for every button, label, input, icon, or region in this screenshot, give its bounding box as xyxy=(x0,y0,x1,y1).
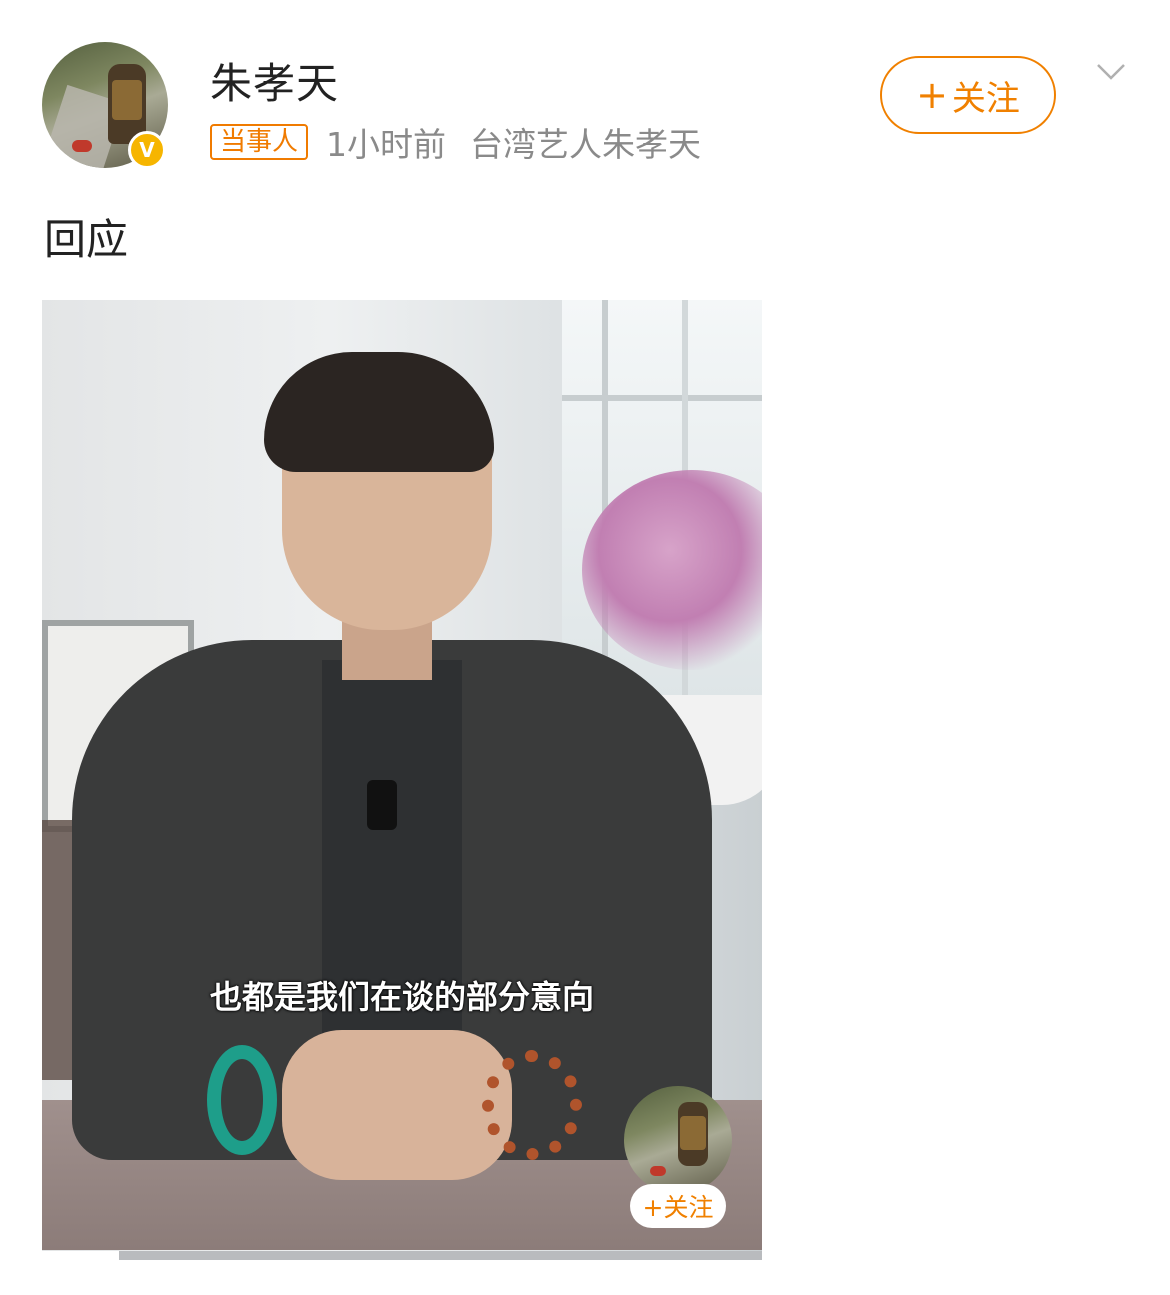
author-name[interactable]: 朱孝天 xyxy=(210,50,339,111)
plus-icon: + xyxy=(916,73,948,117)
window-frame xyxy=(562,395,762,401)
video-progress-fill xyxy=(42,1251,120,1260)
bead-bracelet xyxy=(482,1050,582,1160)
avatar-dog xyxy=(72,140,92,152)
follow-label: 关注 xyxy=(951,78,1020,119)
video-progress-track[interactable] xyxy=(42,1251,762,1260)
follow-button[interactable]: + 关注 xyxy=(880,56,1056,134)
video-subtitle: 也都是我们在谈的部分意向 xyxy=(209,978,594,1016)
author-description: 台湾艺人朱孝天 xyxy=(470,125,702,164)
video-follow-button[interactable]: +关注 xyxy=(630,1184,726,1228)
post-time: 1小时前 xyxy=(326,125,447,164)
person-hair xyxy=(264,352,494,472)
involved-party-tag: 当事人 xyxy=(210,124,309,160)
avatar-backpack xyxy=(680,1116,706,1150)
chevron-down-icon[interactable] xyxy=(1096,56,1126,86)
avatar-dog xyxy=(650,1166,666,1176)
verified-badge-icon: V xyxy=(128,131,166,169)
video-player[interactable]: 也都是我们在谈的部分意向 +关注 xyxy=(42,300,762,1260)
weibo-post: V 朱孝天 当事人 1小时前 台湾艺人朱孝天 + 关注 回应 也都是我们在谈的部… xyxy=(0,0,1170,1295)
person-hands xyxy=(282,1030,512,1180)
video-author-avatar[interactable] xyxy=(624,1086,732,1194)
post-meta: 当事人 1小时前 台湾艺人朱孝天 xyxy=(210,122,701,164)
lapel-mic xyxy=(367,780,397,830)
turquoise-bracelet xyxy=(207,1045,277,1155)
avatar-backpack xyxy=(112,80,142,120)
post-text: 回应 xyxy=(44,215,129,264)
